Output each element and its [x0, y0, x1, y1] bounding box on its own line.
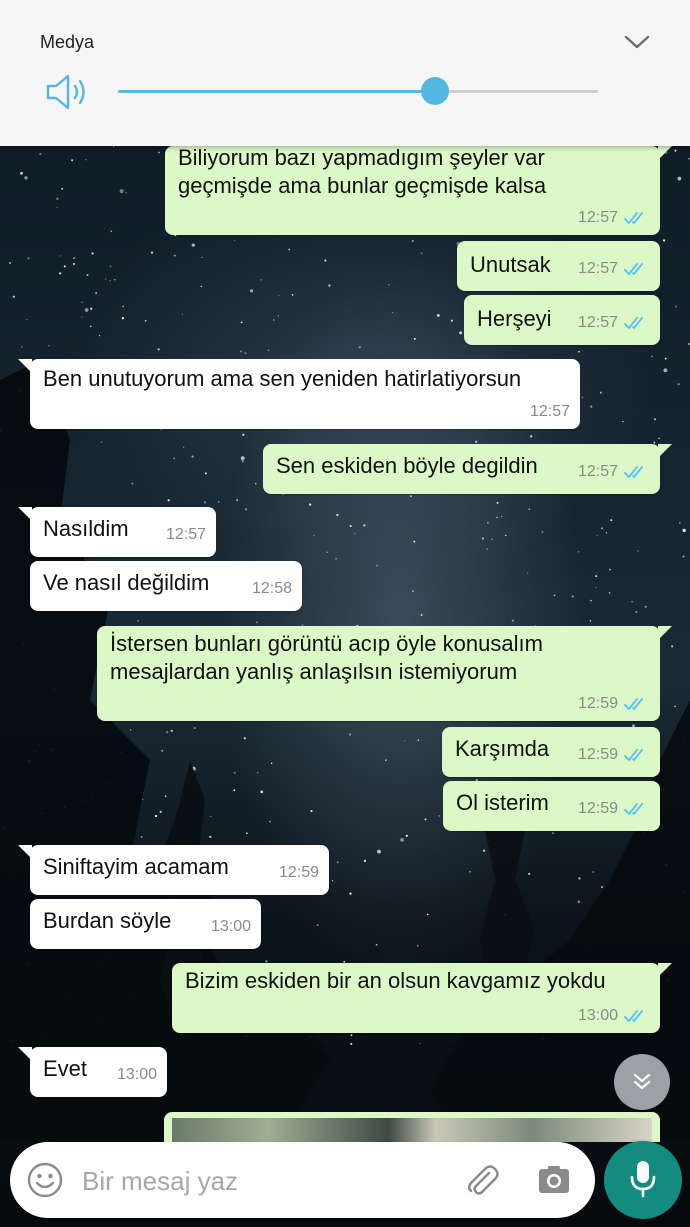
voice-message-button[interactable]	[604, 1141, 682, 1219]
message-text: Nasıldim	[43, 516, 129, 541]
speaker-icon[interactable]	[44, 72, 90, 112]
message-meta: 12:59	[578, 695, 650, 713]
message-timestamp: 12:59	[278, 864, 319, 881]
double-check-icon	[624, 749, 643, 761]
message-text: Ol isterim	[456, 790, 549, 815]
message-text: İstersen bunları görüntü acıp öyle konus…	[110, 631, 543, 684]
bubble-tail	[658, 626, 672, 640]
incoming-message[interactable]: Siniftayim acamam 12:59	[18, 845, 329, 895]
message-timestamp: 12:57	[577, 463, 618, 480]
message-input[interactable]	[80, 1160, 454, 1202]
message-meta: 12:57	[530, 403, 570, 421]
message-meta: 13:00	[117, 1066, 157, 1084]
emoji-icon[interactable]	[26, 1161, 64, 1199]
message-timestamp: 12:59	[577, 746, 618, 763]
outgoing-image-message[interactable]	[164, 1112, 660, 1142]
bubble-tail	[658, 963, 672, 977]
message-text: Ben unutuyorum ama sen yeniden hatirlati…	[43, 366, 522, 391]
chat-message-list[interactable]: Biliyorum bazı yapmadıgım şeyler var geç…	[0, 0, 690, 1227]
chevron-down-icon[interactable]	[622, 30, 652, 54]
outgoing-message[interactable]: Ol isterim 12:59	[443, 781, 660, 831]
volume-panel-title: Medya	[40, 32, 95, 52]
message-text: Burdan söyle	[43, 908, 172, 933]
message-meta: 12:57	[578, 463, 650, 481]
message-image-thumbnail[interactable]	[172, 1118, 652, 1142]
message-timestamp: 12:57	[577, 314, 618, 331]
message-text: Siniftayim acamam	[43, 854, 229, 879]
outgoing-message[interactable]: Biliyorum bazı yapmadıgım şeyler var geç…	[165, 145, 672, 235]
message-timestamp: 12:57	[577, 260, 618, 277]
message-text: Bizim eskiden bir an olsun kavgamız yokd…	[185, 968, 606, 993]
message-timestamp: 12:59	[577, 695, 618, 712]
message-timestamp: 12:57	[577, 209, 618, 226]
double-check-icon	[624, 803, 643, 815]
double-check-icon	[624, 1010, 643, 1022]
outgoing-message[interactable]: Unutsak 12:57	[457, 241, 660, 291]
scroll-to-bottom-button[interactable]	[614, 1054, 670, 1110]
message-timestamp: 12:57	[529, 403, 570, 420]
message-timestamp: 12:57	[165, 526, 206, 543]
mic-icon	[630, 1161, 656, 1198]
message-meta: 12:59	[578, 800, 650, 818]
message-meta: 12:57	[578, 209, 650, 227]
volume-slider-thumb[interactable]	[420, 77, 449, 105]
message-text: Herşeyi	[477, 306, 552, 331]
double-check-icon	[624, 212, 643, 224]
message-meta: 12:58	[252, 580, 292, 598]
message-timestamp: 12:58	[251, 580, 292, 597]
message-text: Sen eskiden böyle degildin	[276, 453, 538, 478]
message-text: Karşımda	[455, 736, 550, 761]
outgoing-message[interactable]: Sen eskiden böyle degildin 12:57	[263, 444, 672, 494]
outgoing-message[interactable]: İstersen bunları görüntü acıp öyle konus…	[97, 626, 672, 721]
message-meta: 12:59	[578, 746, 650, 764]
bubble-tail	[18, 1047, 32, 1061]
double-check-icon	[624, 466, 643, 478]
outgoing-message[interactable]: Bizim eskiden bir an olsun kavgamız yokd…	[172, 963, 672, 1033]
media-volume-panel: Medya	[0, 0, 690, 146]
message-timestamp: 12:59	[577, 800, 618, 817]
camera-icon[interactable]	[534, 1160, 574, 1200]
incoming-message[interactable]: Evet 13:00	[18, 1047, 167, 1097]
message-text: Evet	[43, 1056, 88, 1081]
incoming-message[interactable]: Nasıldim 12:57	[18, 507, 216, 557]
message-timestamp: 13:00	[210, 918, 251, 935]
message-timestamp: 13:00	[116, 1066, 157, 1083]
message-meta: 13:00	[211, 918, 251, 936]
outgoing-message[interactable]: Karşımda 12:59	[442, 727, 660, 777]
volume-slider[interactable]	[118, 77, 598, 105]
message-meta: 12:57	[166, 526, 206, 544]
message-meta: 12:59	[279, 864, 319, 882]
paperclip-icon[interactable]	[462, 1160, 502, 1200]
message-text: Unutsak	[470, 252, 551, 277]
double-chevron-down-icon	[633, 1073, 651, 1090]
message-composer	[10, 1142, 595, 1218]
double-check-icon	[624, 263, 643, 275]
message-text: Biliyorum bazı yapmadıgım şeyler var geç…	[178, 145, 547, 198]
message-meta: 12:57	[578, 260, 650, 278]
message-timestamp: 13:00	[577, 1007, 618, 1024]
double-check-icon	[624, 698, 643, 710]
incoming-message[interactable]: Ve nasıl değildim 12:58	[30, 561, 302, 611]
message-meta: 12:57	[578, 314, 650, 332]
message-text: Ve nasıl değildim	[43, 570, 210, 595]
bubble-tail	[658, 444, 672, 458]
incoming-message[interactable]: Ben unutuyorum ama sen yeniden hatirlati…	[18, 359, 580, 429]
bubble-tail	[18, 845, 32, 859]
outgoing-message[interactable]: Herşeyi 12:57	[464, 295, 660, 345]
message-meta: 13:00	[578, 1007, 650, 1025]
bubble-tail	[658, 146, 672, 160]
volume-slider-fill	[118, 90, 435, 93]
bubble-tail	[18, 507, 32, 521]
bubble-tail	[18, 359, 32, 373]
incoming-message[interactable]: Burdan söyle 13:00	[30, 899, 261, 949]
double-check-icon	[624, 317, 643, 329]
